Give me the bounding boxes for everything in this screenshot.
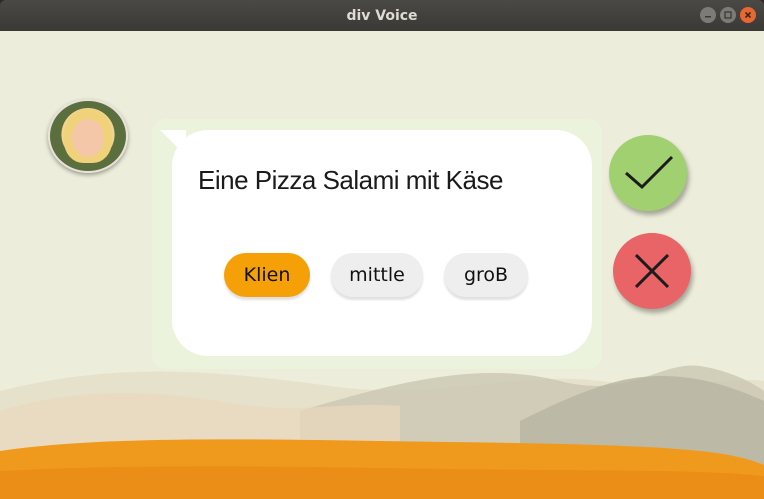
size-option-large[interactable]: groB: [444, 253, 528, 297]
minimize-icon: [705, 16, 711, 18]
maximize-button[interactable]: [720, 7, 736, 23]
size-option-small[interactable]: Klien: [224, 253, 310, 297]
confirm-button[interactable]: [609, 135, 687, 211]
order-sentence: Eine Pizza Salami mit Käse: [198, 165, 503, 195]
check-icon: [625, 155, 674, 190]
main-content: Eine Pizza Salami mit Käse Klien mittle …: [0, 31, 764, 499]
x-icon: [634, 253, 670, 289]
cancel-button[interactable]: [613, 233, 691, 309]
size-option-medium[interactable]: mittle: [331, 253, 423, 297]
window-controls: [700, 7, 756, 23]
speech-bubble: [172, 130, 592, 356]
app-window: div Voice Eine Pizza Salami mit Käse Kli…: [0, 0, 764, 499]
avatar-face: [72, 119, 104, 157]
maximize-icon: [724, 11, 732, 19]
minimize-button[interactable]: [700, 7, 716, 23]
window-title: div Voice: [346, 7, 418, 24]
close-icon: [744, 11, 752, 19]
avatar: [48, 99, 128, 173]
title-bar: div Voice: [0, 0, 764, 32]
close-button[interactable]: [740, 7, 756, 23]
